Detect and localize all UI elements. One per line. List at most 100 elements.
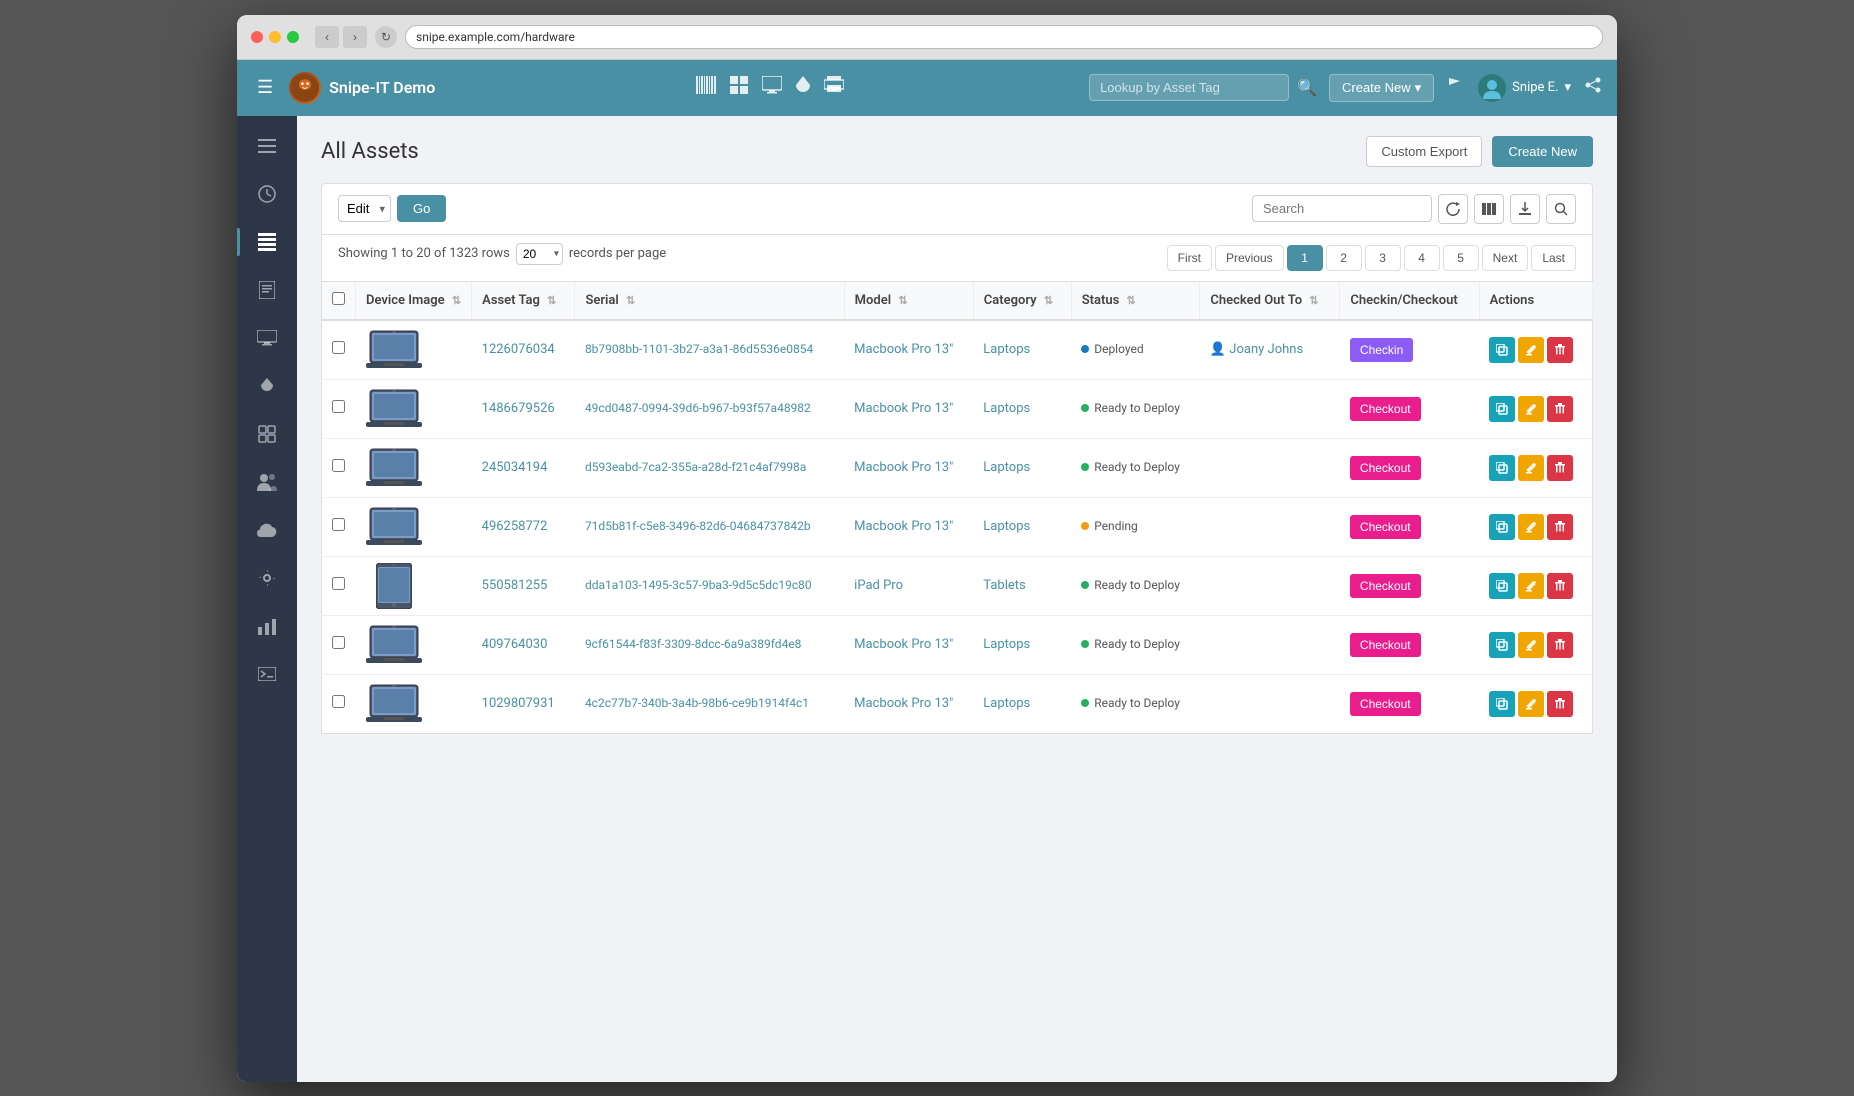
page-4-button[interactable]: 4 <box>1404 245 1440 271</box>
serial-link[interactable]: dda1a103-1495-3c57-9ba3-9d5c5dc19c80 <box>585 578 812 592</box>
page-1-button[interactable]: 1 <box>1287 245 1323 271</box>
monitor-icon-btn[interactable] <box>762 76 782 99</box>
checkout-button[interactable]: Checkout <box>1350 692 1421 716</box>
edit-button[interactable] <box>1518 455 1544 481</box>
clone-button[interactable] <box>1489 396 1515 422</box>
asset-tag-link[interactable]: 496258772 <box>482 519 548 534</box>
category-link[interactable]: Laptops <box>983 460 1030 475</box>
delete-button[interactable] <box>1547 396 1573 422</box>
row-checkbox[interactable] <box>332 577 345 590</box>
page-5-button[interactable]: 5 <box>1443 245 1479 271</box>
edit-button[interactable] <box>1518 514 1544 540</box>
clone-button[interactable] <box>1489 691 1515 717</box>
sidebar-item-reports[interactable] <box>245 604 289 648</box>
row-checkbox[interactable] <box>332 695 345 708</box>
asset-tag-search-input[interactable] <box>1089 74 1289 101</box>
asset-tag-link[interactable]: 1029807931 <box>482 696 555 711</box>
first-page-button[interactable]: First <box>1167 245 1212 271</box>
clone-button[interactable] <box>1489 337 1515 363</box>
share-button[interactable] <box>1585 77 1601 98</box>
delete-button[interactable] <box>1547 514 1573 540</box>
delete-button[interactable] <box>1547 632 1573 658</box>
droplet-icon-btn[interactable] <box>796 76 810 99</box>
table-search-input[interactable] <box>1252 195 1432 222</box>
forward-button[interactable]: › <box>343 26 367 48</box>
custom-export-button[interactable]: Custom Export <box>1366 136 1482 167</box>
columns-button[interactable] <box>1474 194 1504 224</box>
delete-button[interactable] <box>1547 691 1573 717</box>
sidebar-item-settings[interactable] <box>245 556 289 600</box>
sidebar-item-consumables[interactable] <box>245 364 289 408</box>
serial-link[interactable]: 49cd0487-0994-39d6-b967-b93f57a48982 <box>585 401 811 415</box>
model-link[interactable]: Macbook Pro 13" <box>854 401 953 416</box>
edit-button[interactable] <box>1518 396 1544 422</box>
serial-link[interactable]: 9cf61544-f83f-3309-8dcc-6a9a389fd4e8 <box>585 637 802 651</box>
sidebar-item-terminal[interactable] <box>245 652 289 696</box>
category-link[interactable]: Laptops <box>983 519 1030 534</box>
asset-tag-link[interactable]: 550581255 <box>482 578 548 593</box>
checkout-button[interactable]: Checkout <box>1350 515 1421 539</box>
print-icon-btn[interactable] <box>824 76 844 99</box>
category-link[interactable]: Tablets <box>983 578 1025 593</box>
last-page-button[interactable]: Last <box>1531 245 1576 271</box>
sidebar-item-dashboard[interactable] <box>245 172 289 216</box>
delete-button[interactable] <box>1547 337 1573 363</box>
model-link[interactable]: Macbook Pro 13" <box>854 342 953 357</box>
serial-link[interactable]: 71d5b81f-c5e8-3496-82d6-04684737842b <box>585 519 811 533</box>
clone-button[interactable] <box>1489 455 1515 481</box>
grid-icon-btn[interactable] <box>730 76 748 99</box>
sidebar-item-components[interactable] <box>245 412 289 456</box>
edit-button[interactable] <box>1518 573 1544 599</box>
edit-select[interactable]: Edit <box>338 195 391 222</box>
delete-button[interactable] <box>1547 455 1573 481</box>
download-button[interactable] <box>1510 194 1540 224</box>
model-link[interactable]: Macbook Pro 13" <box>854 519 953 534</box>
hamburger-button[interactable]: ☰ <box>253 73 277 102</box>
page-3-button[interactable]: 3 <box>1365 245 1401 271</box>
next-page-button[interactable]: Next <box>1482 245 1529 271</box>
clone-button[interactable] <box>1489 632 1515 658</box>
asset-tag-link[interactable]: 1486679526 <box>482 401 555 416</box>
select-all-checkbox[interactable] <box>332 292 345 305</box>
nav-user[interactable]: Snipe E. ▾ <box>1478 74 1571 102</box>
checkout-button[interactable]: Checkout <box>1350 456 1421 480</box>
row-checkbox[interactable] <box>332 459 345 472</box>
checkout-button[interactable]: Checkout <box>1350 397 1421 421</box>
per-page-select[interactable]: 20 50 100 <box>516 243 563 265</box>
category-link[interactable]: Laptops <box>983 401 1030 416</box>
flag-button[interactable] <box>1448 77 1464 98</box>
sidebar-item-people[interactable] <box>245 460 289 504</box>
fullscreen-search-button[interactable] <box>1546 194 1576 224</box>
sidebar-item-hardware[interactable] <box>245 316 289 360</box>
maximize-button[interactable] <box>287 31 299 43</box>
serial-link[interactable]: 8b7908bb-1101-3b27-a3a1-86d5536e0854 <box>585 342 813 356</box>
edit-button[interactable] <box>1518 337 1544 363</box>
row-checkbox[interactable] <box>332 341 345 354</box>
sidebar-item-cloud[interactable] <box>245 508 289 552</box>
serial-link[interactable]: d593eabd-7ca2-355a-a28d-f21c4af7998a <box>585 460 806 474</box>
user-link[interactable]: 👤 Joany Johns <box>1210 342 1303 357</box>
close-button[interactable] <box>251 31 263 43</box>
model-link[interactable]: Macbook Pro 13" <box>854 637 953 652</box>
row-checkbox[interactable] <box>332 400 345 413</box>
minimize-button[interactable] <box>269 31 281 43</box>
page-2-button[interactable]: 2 <box>1326 245 1362 271</box>
checkout-button[interactable]: Checkout <box>1350 633 1421 657</box>
back-button[interactable]: ‹ <box>315 26 339 48</box>
checkout-button[interactable]: Checkout <box>1350 574 1421 598</box>
refresh-table-button[interactable] <box>1438 194 1468 224</box>
category-link[interactable]: Laptops <box>983 342 1030 357</box>
previous-page-button[interactable]: Previous <box>1215 245 1284 271</box>
model-link[interactable]: Macbook Pro 13" <box>854 696 953 711</box>
model-link[interactable]: Macbook Pro 13" <box>854 460 953 475</box>
refresh-button[interactable]: ↻ <box>375 26 397 48</box>
delete-button[interactable] <box>1547 573 1573 599</box>
category-link[interactable]: Laptops <box>983 696 1030 711</box>
edit-button[interactable] <box>1518 691 1544 717</box>
sidebar-item-assets[interactable] <box>245 220 289 264</box>
model-link[interactable]: iPad Pro <box>854 578 903 593</box>
category-link[interactable]: Laptops <box>983 637 1030 652</box>
serial-link[interactable]: 4c2c77b7-340b-3a4b-98b6-ce9b1914f4c1 <box>585 696 809 710</box>
asset-tag-search-button[interactable]: 🔍 <box>1297 78 1317 98</box>
asset-tag-link[interactable]: 409764030 <box>482 637 548 652</box>
